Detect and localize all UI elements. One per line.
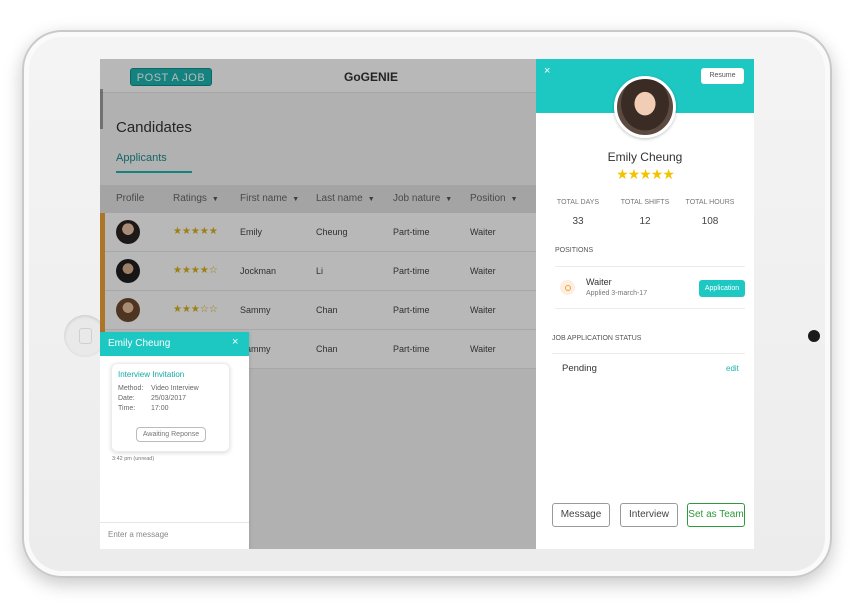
- interview-button[interactable]: Interview: [620, 503, 678, 527]
- divider: [555, 266, 745, 267]
- close-icon[interactable]: ×: [544, 65, 550, 77]
- invitation-title: Interview Invitation: [118, 370, 185, 379]
- chat-contact-name: Emily Cheung: [108, 338, 171, 349]
- chat-header: Emily Cheung ×: [100, 332, 249, 356]
- position-applied-date: Applied 3-march-17: [586, 290, 648, 297]
- stat-value-shifts: 12: [639, 216, 651, 227]
- stat-label-shifts: TOTAL SHIFTS: [620, 199, 670, 206]
- divider: [552, 353, 745, 354]
- set-as-team-button[interactable]: Set as Team: [687, 503, 745, 527]
- divider: [555, 308, 745, 309]
- date-label: Date:: [118, 395, 135, 402]
- camera-dot: [808, 330, 820, 342]
- app-screen: POST A JOB GoGENIE Candidates Applicants…: [100, 59, 754, 549]
- candidate-rating-stars: ★★★★★: [616, 166, 675, 182]
- edit-status-link[interactable]: edit: [726, 364, 739, 373]
- stat-value-days: 33: [572, 216, 584, 227]
- clock-icon: [560, 280, 575, 295]
- positions-heading: POSITIONS: [555, 247, 594, 254]
- message-timestamp: 3:42 pm (unread): [112, 456, 155, 462]
- date-line: Date: 25/03/2017: [118, 395, 186, 402]
- method-label: Method:: [118, 385, 144, 392]
- resume-button[interactable]: Resume: [701, 68, 744, 84]
- date-value: 25/03/2017: [151, 395, 187, 402]
- message-input-area: [100, 522, 249, 549]
- stat-label-hours: TOTAL HOURS: [685, 199, 735, 206]
- profile-photo: [614, 76, 676, 138]
- position-title: Waiter: [586, 277, 612, 287]
- application-status-heading: JOB APPLICATION STATUS: [552, 335, 642, 342]
- time-label: Time:: [118, 405, 136, 412]
- chat-panel: Emily Cheung × Interview Invitation Meth…: [100, 332, 249, 549]
- stat-value-hours: 108: [701, 216, 719, 227]
- method-line: Method: Video Interview: [118, 385, 199, 392]
- interview-invitation-card: Interview Invitation Method: Video Inter…: [111, 363, 230, 452]
- application-status-value: Pending: [562, 363, 597, 374]
- message-button[interactable]: Message: [552, 503, 610, 527]
- time-value: 17:00: [151, 405, 169, 412]
- stat-label-days: TOTAL DAYS: [556, 199, 600, 206]
- message-input[interactable]: [108, 530, 248, 539]
- chat-close-icon[interactable]: ×: [232, 336, 238, 348]
- method-value: Video Interview: [151, 385, 199, 392]
- application-button[interactable]: Application: [699, 280, 745, 297]
- awaiting-response-button[interactable]: Awaiting Reponse: [136, 427, 206, 442]
- time-line: Time: 17:00: [118, 405, 169, 412]
- candidate-detail-panel: × Resume Emily Cheung ★★★★★ TOTAL DAYS T…: [536, 59, 754, 549]
- candidate-name: Emily Cheung: [607, 150, 683, 164]
